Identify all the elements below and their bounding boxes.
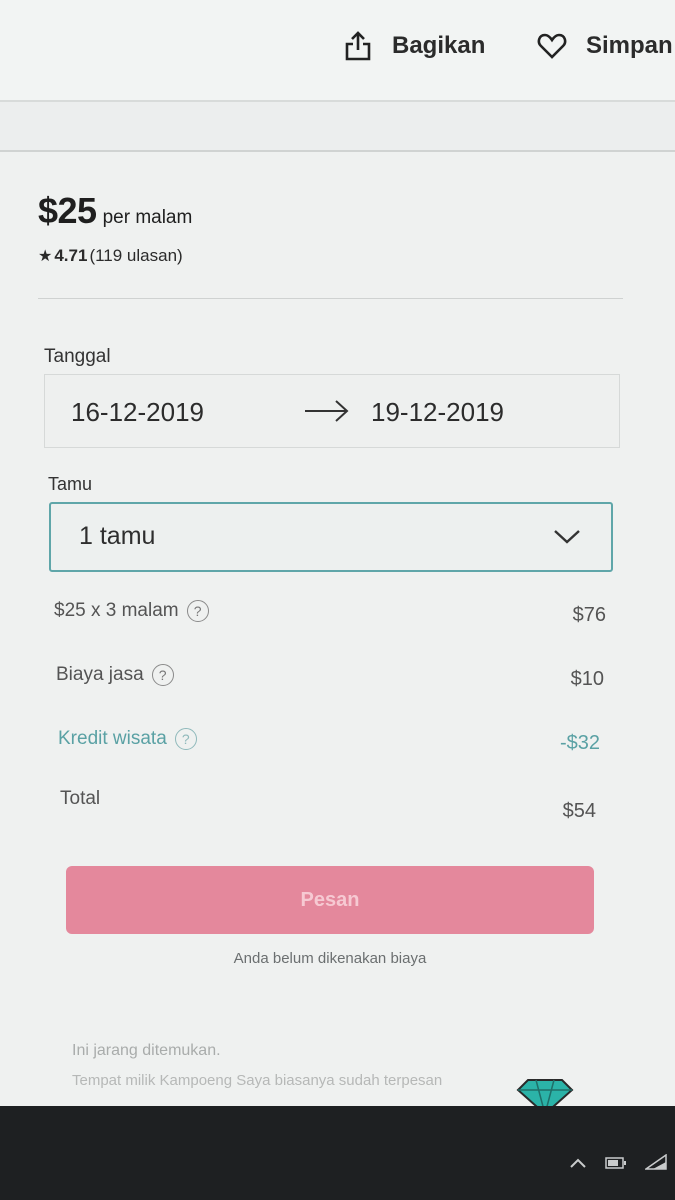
heart-icon <box>536 30 568 62</box>
price-unit: per malam <box>102 207 193 228</box>
os-taskbar <box>0 1106 675 1200</box>
divider <box>0 100 675 102</box>
check-out-date[interactable]: 19-12-2019 <box>371 397 504 428</box>
book-button[interactable]: Pesan <box>66 866 594 934</box>
wifi-icon[interactable] <box>643 1153 667 1175</box>
chevron-up-icon[interactable] <box>569 1156 587 1174</box>
travel-credit-value: -$32 <box>559 732 600 754</box>
total-label: Total <box>60 788 101 809</box>
rating[interactable]: ★ 4.71 (119 ulasan) <box>38 246 183 266</box>
service-fee-row: Biaya jasa ? $10 <box>56 664 604 694</box>
arrow-right-icon <box>303 395 351 427</box>
check-in-date[interactable]: 16-12-2019 <box>71 397 204 428</box>
share-icon <box>342 30 374 62</box>
question-circle-icon[interactable]: ? <box>174 728 197 750</box>
question-circle-icon[interactable]: ? <box>151 664 174 686</box>
save-button[interactable]: Simpan <box>536 30 673 62</box>
nightly-cost-value: $76 <box>572 604 606 626</box>
date-label: Tanggal <box>44 346 111 367</box>
travel-credit-label[interactable]: Kredit wisata <box>58 728 167 750</box>
share-button[interactable]: Bagikan <box>342 30 485 62</box>
star-icon: ★ <box>38 248 53 265</box>
nightly-cost-label: $25 x 3 malam <box>54 600 179 621</box>
rare-find-description: Tempat milik Kampoeng Saya biasanya suda… <box>72 1072 443 1089</box>
question-circle-icon[interactable]: ? <box>186 600 209 622</box>
date-range-picker[interactable]: 16-12-2019 19-12-2019 <box>44 374 620 448</box>
rare-find-title: Ini jarang ditemukan. <box>72 1042 221 1059</box>
rating-score: 4.71 <box>54 246 88 265</box>
chevron-down-icon <box>553 526 581 546</box>
battery-icon[interactable] <box>605 1156 627 1174</box>
service-fee-value: $10 <box>570 668 604 690</box>
share-label: Bagikan <box>392 32 486 59</box>
travel-credit-row: Kredit wisata ? -$32 <box>58 728 600 758</box>
charge-note: Anda belum dikenakan biaya <box>233 950 427 967</box>
top-bar: Bagikan Simpan <box>0 0 675 100</box>
system-tray <box>569 1153 667 1175</box>
price-amount: $25 <box>38 190 97 231</box>
guest-value: 1 tamu <box>79 522 156 550</box>
price: $25 per malam <box>38 190 192 232</box>
total-row: Total $54 <box>60 788 596 822</box>
guest-label: Tamu <box>48 474 93 494</box>
total-value: $54 <box>562 800 596 822</box>
rating-reviews[interactable]: (119 ulasan) <box>89 246 182 266</box>
nightly-cost-row: $25 x 3 malam ? $76 <box>54 600 606 630</box>
save-label: Simpan <box>586 32 673 59</box>
divider <box>38 298 623 299</box>
service-fee-label: Biaya jasa <box>56 664 144 685</box>
guest-select[interactable]: 1 tamu <box>49 502 613 572</box>
